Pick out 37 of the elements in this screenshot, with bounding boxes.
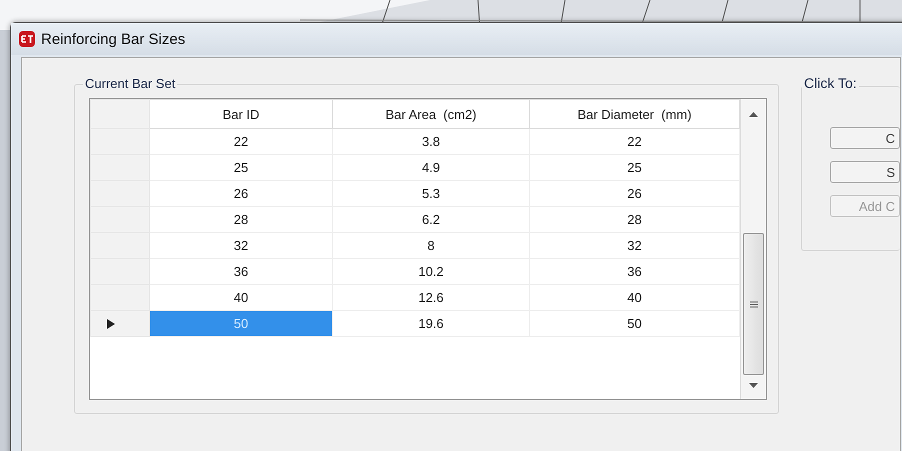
table-cell[interactable]: 19.6 [332, 310, 530, 336]
action-button[interactable]: C [830, 127, 900, 149]
table-cell[interactable]: 26 [150, 180, 332, 206]
column-header[interactable]: Bar Diameter (mm) [530, 100, 740, 128]
table-cell[interactable]: 36 [150, 258, 332, 284]
group-title: Click To: [802, 75, 859, 91]
table-cell[interactable]: 28 [530, 206, 740, 232]
table-cell[interactable]: 40 [530, 284, 740, 310]
table-cell[interactable]: 5.3 [332, 180, 530, 206]
column-header[interactable]: Bar ID [150, 100, 332, 128]
action-button[interactable]: S [830, 161, 900, 183]
scroll-up-icon[interactable] [749, 111, 758, 117]
table-cell[interactable]: 4.9 [332, 154, 530, 180]
table-cell[interactable]: 3.8 [332, 128, 530, 154]
scroll-thumb[interactable] [743, 233, 764, 375]
table-cell[interactable]: 25 [150, 154, 332, 180]
table-cell[interactable]: 22 [150, 128, 332, 154]
table-cell[interactable]: 28 [150, 206, 332, 232]
table-cell[interactable]: 8 [332, 232, 530, 258]
table-cell[interactable]: 36 [530, 258, 740, 284]
table-cell[interactable]: 10.2 [332, 258, 530, 284]
table-cell[interactable]: 25 [530, 154, 740, 180]
table-cell[interactable]: 32 [150, 232, 332, 258]
row-header[interactable] [90, 310, 150, 336]
table-cell[interactable]: 50 [530, 310, 740, 336]
table-cell[interactable]: 26 [530, 180, 740, 206]
table-cell[interactable]: 32 [530, 232, 740, 258]
table-cell[interactable]: 12.6 [332, 284, 530, 310]
column-header[interactable]: Bar Area (cm2) [332, 100, 530, 128]
scroll-down-icon[interactable] [749, 383, 758, 389]
table-cell[interactable]: 6.2 [332, 206, 530, 232]
scrollbar[interactable] [740, 99, 766, 399]
group-title: Current Bar Set [83, 76, 178, 91]
app-logo-icon [19, 31, 35, 47]
table-cell[interactable]: 22 [530, 128, 740, 154]
window-title: Reinforcing Bar Sizes [41, 30, 186, 48]
current-row-icon [107, 318, 115, 328]
